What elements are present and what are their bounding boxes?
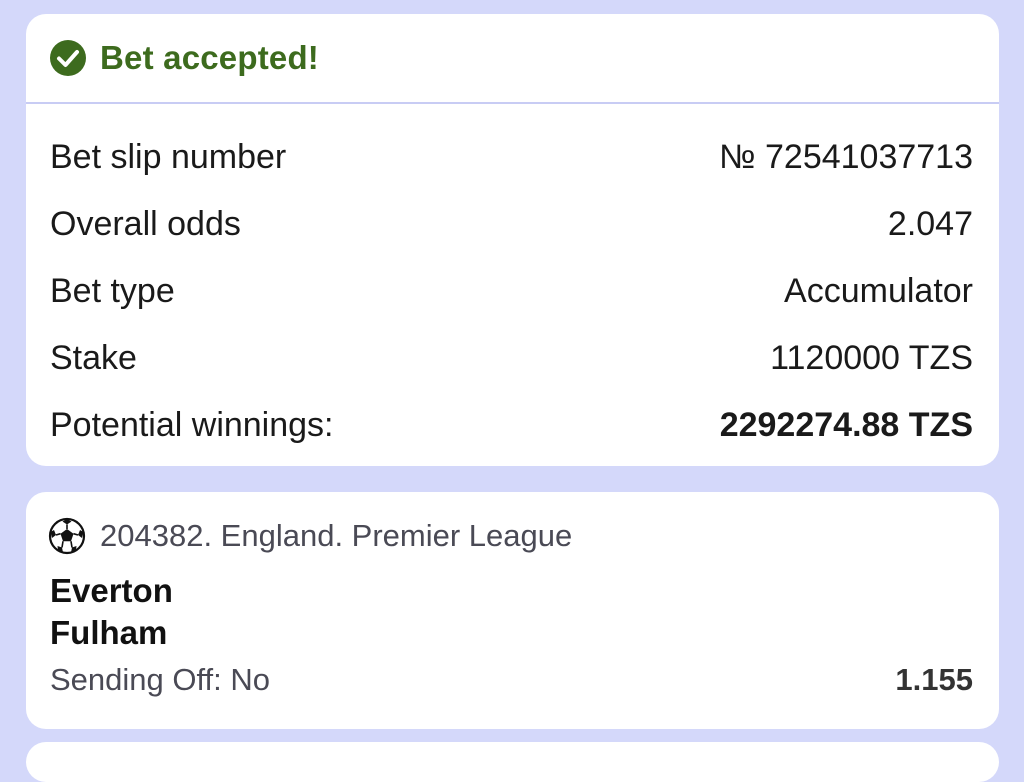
bet-details: Bet slip number № 72541037713 Overall od… <box>26 104 999 459</box>
soccer-ball-icon <box>48 517 86 555</box>
check-circle-icon <box>50 40 86 76</box>
stake-value: 1120000 TZS <box>770 339 973 377</box>
event-league-label: 204382. England. Premier League <box>100 518 573 553</box>
bet-accepted-title: Bet accepted! <box>100 39 320 76</box>
bet-type-label: Bet type <box>50 272 175 310</box>
potential-winnings-label: Potential winnings: <box>50 406 334 444</box>
bet-type-value: Accumulator <box>784 272 973 310</box>
bet-accepted-header: Bet accepted! <box>26 14 999 104</box>
event-league-header: 204382. England. Premier League <box>26 492 999 556</box>
selection-row: Sending Off: No 1.155 <box>26 654 999 698</box>
bet-type-row: Bet type Accumulator <box>50 258 973 325</box>
overall-odds-value: 2.047 <box>887 205 973 243</box>
stake-label: Stake <box>50 339 137 377</box>
selection-odds: 1.155 <box>895 662 973 697</box>
potential-winnings-row: Potential winnings: 2292274.88 TZS <box>50 392 973 459</box>
overall-odds-label: Overall odds <box>50 205 241 243</box>
next-card <box>26 742 999 782</box>
team-home: Everton <box>50 572 173 609</box>
team-away: Fulham <box>50 614 168 651</box>
bet-summary-card: Bet accepted! Bet slip number № 72541037… <box>26 14 999 466</box>
potential-winnings-value: 2292274.88 TZS <box>719 406 973 444</box>
event-card[interactable]: 204382. England. Premier League Everton … <box>26 492 999 729</box>
selection-label: Sending Off: No <box>50 662 271 697</box>
overall-odds-row: Overall odds 2.047 <box>50 191 973 258</box>
bet-slip-number-value: № 72541037713 <box>719 138 973 176</box>
stake-row: Stake 1120000 TZS <box>50 325 973 392</box>
bet-slip-number-row: Bet slip number № 72541037713 <box>50 124 973 191</box>
bet-slip-number-label: Bet slip number <box>50 138 287 176</box>
event-teams: Everton Fulham <box>26 556 999 654</box>
